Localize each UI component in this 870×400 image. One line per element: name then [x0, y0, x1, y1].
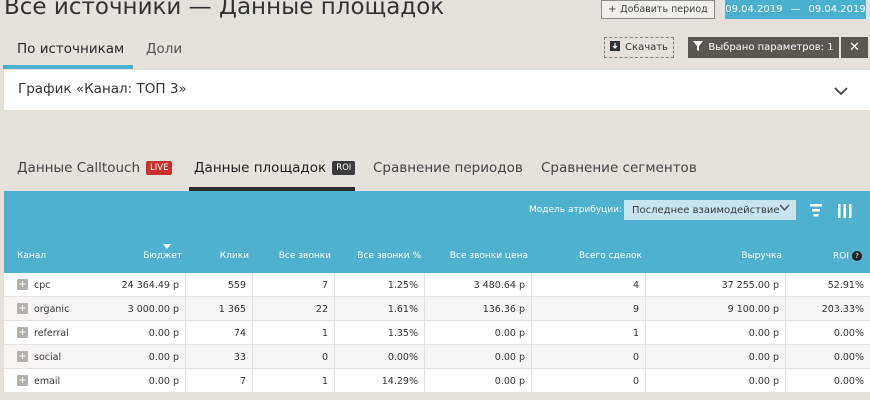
- page-title: Все источники — Данные площадок: [4, 0, 445, 20]
- tab-calltouch-data[interactable]: Данные Calltouch LIVE: [17, 160, 173, 176]
- filter-button[interactable]: Выбрано параметров: 1: [688, 37, 839, 58]
- cell-call-price: 0.00 р: [425, 345, 532, 369]
- tab-shares[interactable]: Доли: [146, 41, 182, 57]
- clear-filter-button[interactable]: ✕: [841, 37, 868, 58]
- attribution-label: Модель атрибуции:: [529, 205, 623, 215]
- column-header-clicks[interactable]: Клики: [220, 251, 249, 261]
- roi-badge: ROI: [332, 161, 356, 175]
- date-from: 09.04.2019: [725, 4, 783, 15]
- tab-segment-comparison[interactable]: Сравнение сегментов: [541, 160, 697, 176]
- cell-call-price: 136.36 р: [425, 297, 532, 321]
- help-icon[interactable]: ?: [852, 251, 862, 261]
- cell-roi: 0.00%: [833, 375, 864, 387]
- cell-clicks: 7: [186, 369, 253, 393]
- cell-budget: 0.00 р: [4, 369, 186, 393]
- cell-roi: 0.00%: [833, 351, 864, 363]
- download-label: Скачать: [625, 42, 668, 53]
- cell-calls-pct: 1.61%: [335, 297, 425, 321]
- data-table-body: + cpc 24 364.49 р 559 7 1.25% 3 480.64 р 4 37 25…: [4, 273, 870, 393]
- column-header-calls-pct[interactable]: Все звонки %: [357, 251, 421, 261]
- column-header-calls[interactable]: Все звонки: [279, 251, 331, 261]
- tab-label: Данные Calltouch: [17, 160, 141, 176]
- active-tab-indicator: [3, 65, 133, 69]
- tab-platform-data[interactable]: Данные площадок ROI: [194, 160, 356, 176]
- chevron-down-icon[interactable]: [834, 81, 848, 100]
- cell-calls-pct: 0.00%: [335, 345, 425, 369]
- cell-deals: 0: [532, 369, 646, 393]
- chart-panel-title: График «Канал: ТОП 3»: [18, 81, 187, 97]
- date-separator: —: [790, 4, 801, 15]
- column-header-call-price[interactable]: Все звонки цена: [450, 251, 528, 261]
- cell-roi: 52.91%: [827, 279, 864, 291]
- cell-revenue: 0.00 р: [646, 369, 786, 393]
- date-to: 09.04.2019: [808, 4, 866, 15]
- table-row[interactable]: + referral 0.00 р 74 1 1.35% 0.00 р 1 0.00 р 0.00…: [4, 321, 870, 345]
- table-header: Модель атрибуции: Последнее взаимодейств…: [4, 191, 870, 273]
- sort-desc-icon: [163, 244, 171, 249]
- cell-clicks: 33: [186, 345, 253, 369]
- tab-by-sources[interactable]: По источникам: [17, 41, 124, 57]
- cell-clicks: 559: [186, 273, 253, 297]
- live-badge: LIVE: [146, 161, 173, 175]
- column-header-revenue[interactable]: Выручка: [741, 251, 782, 261]
- column-header-budget[interactable]: Бюджет: [143, 251, 182, 261]
- cell-clicks: 74: [186, 321, 253, 345]
- filter-icon: [693, 41, 704, 54]
- cell-deals: 4: [532, 273, 646, 297]
- cell-deals: 1: [532, 321, 646, 345]
- cell-budget: 0.00 р: [4, 321, 186, 345]
- tab-label: Данные площадок: [194, 160, 327, 176]
- cell-call-price: 0.00 р: [425, 321, 532, 345]
- cell-call-price: 0.00 р: [425, 369, 532, 393]
- columns-icon[interactable]: [838, 203, 852, 222]
- column-header-deals[interactable]: Всего сделок: [579, 251, 642, 261]
- cell-calls: 0: [253, 345, 335, 369]
- cell-deals: 9: [532, 297, 646, 321]
- cell-calls: 1: [253, 321, 335, 345]
- cell-roi: 203.33%: [821, 303, 864, 315]
- cell-clicks: 1 365: [186, 297, 253, 321]
- filter-label: Выбрано параметров: 1: [708, 42, 834, 53]
- sort-settings-icon[interactable]: [810, 203, 822, 222]
- cell-calls-pct: 1.35%: [335, 321, 425, 345]
- cell-calls: 7: [253, 273, 335, 297]
- cell-calls: 22: [253, 297, 335, 321]
- plus-icon: +: [608, 4, 617, 15]
- table-row[interactable]: + cpc 24 364.49 р 559 7 1.25% 3 480.64 р 4 37 25…: [4, 273, 870, 297]
- attribution-value: Последнее взаимодействие: [632, 204, 780, 216]
- attribution-select[interactable]: Последнее взаимодействие: [624, 200, 796, 220]
- table-row[interactable]: + organic 3 000.00 р1 365 22 1.61% 136.36 р99…: [4, 297, 870, 321]
- cell-deals: 0: [532, 345, 646, 369]
- cell-budget: 24 364.49 р: [4, 273, 186, 297]
- cell-revenue: 0.00 р: [646, 345, 786, 369]
- download-icon: [610, 41, 621, 54]
- column-header-channel[interactable]: Канал: [17, 251, 46, 261]
- cell-call-price: 3 480.64 р: [425, 273, 532, 297]
- cell-calls-pct: 14.29%: [335, 369, 425, 393]
- chart-panel[interactable]: График «Канал: ТОП 3»: [4, 70, 870, 110]
- table-row[interactable]: + email 0.00 р 7 1 14.29% 0.00 р 0 0.00 р 0.00%: [4, 369, 870, 393]
- cell-budget: 0.00 р: [4, 345, 186, 369]
- roi-header-label: ROI: [833, 251, 849, 262]
- column-header-roi[interactable]: ROI?: [833, 251, 862, 262]
- cell-budget: 3 000.00 р: [4, 297, 186, 321]
- add-period-button[interactable]: + Добавить период: [601, 0, 715, 19]
- cell-revenue: 9 100.00 р: [646, 297, 786, 321]
- cell-roi: 0.00%: [833, 327, 864, 339]
- cell-revenue: 0.00 р: [646, 321, 786, 345]
- chevron-down-icon: [779, 204, 790, 215]
- add-period-label: Добавить период: [620, 4, 708, 15]
- cell-calls-pct: 1.25%: [335, 273, 425, 297]
- cell-revenue: 37 255.00 р: [646, 273, 786, 297]
- close-icon: ✕: [849, 40, 860, 55]
- tab-period-comparison[interactable]: Сравнение периодов: [373, 160, 523, 176]
- table-row[interactable]: + social 0.00 р 33 0 0.00% 0.00 р 0 0.00 р 0.00%: [4, 345, 870, 369]
- date-range-picker[interactable]: 09.04.2019 — 09.04.2019: [725, 0, 866, 19]
- download-button[interactable]: Скачать: [604, 37, 674, 58]
- cell-calls: 1: [253, 369, 335, 393]
